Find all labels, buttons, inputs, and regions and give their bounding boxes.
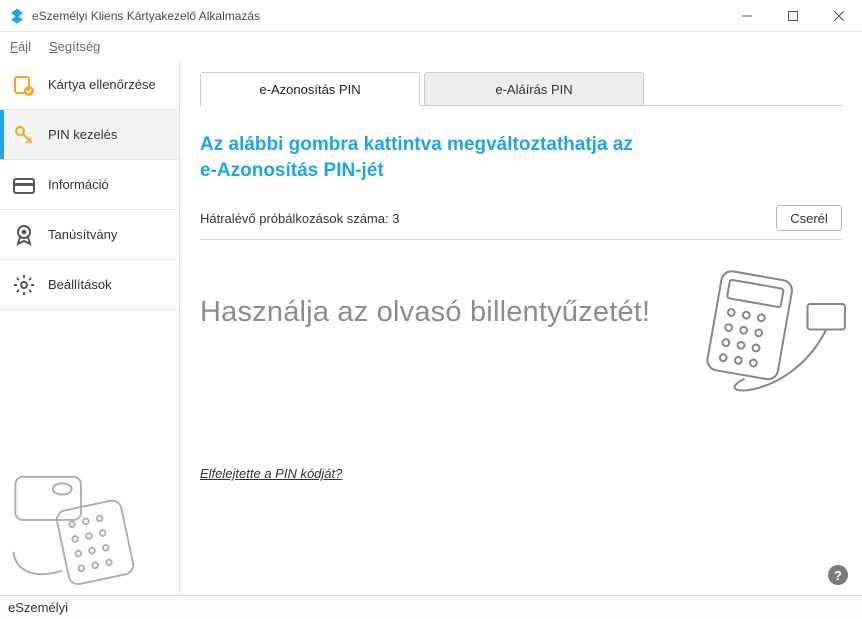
- menu-help[interactable]: Segítség: [49, 39, 100, 54]
- sidebar-item-label: Beállítások: [48, 277, 112, 292]
- sidebar-item-label: Információ: [48, 177, 109, 192]
- divider: [200, 239, 842, 240]
- key-icon: [12, 123, 36, 147]
- card-reader-illustration: [680, 270, 850, 406]
- page-heading: Az alábbi gombra kattintva megváltoztath…: [200, 132, 842, 183]
- tab-ealairas-pin[interactable]: e-Aláírás PIN: [424, 72, 644, 106]
- statusbar-text: eSzemélyi: [8, 600, 68, 615]
- sidebar-item-information[interactable]: Információ: [0, 160, 179, 210]
- titlebar: eSzemélyi Kliens Kártyakezelő Alkalmazás: [0, 0, 862, 32]
- main-content: e-Azonosítás PIN e-Aláírás PIN Az alábbi…: [180, 60, 862, 595]
- close-button[interactable]: [816, 0, 862, 32]
- menu-file[interactable]: Fájl: [10, 39, 31, 54]
- sidebar-item-label: Tanúsítvány: [48, 227, 117, 242]
- remaining-attempts: Hátralévő próbálkozások száma: 3: [200, 211, 399, 226]
- tab-eazon-pin[interactable]: e-Azonosítás PIN: [200, 72, 420, 106]
- help-icon[interactable]: ?: [828, 565, 848, 585]
- forgot-pin-row: Elfelejtette a PIN kódját?: [200, 465, 842, 483]
- sidebar-item-label: PIN kezelés: [48, 127, 117, 142]
- gear-icon: [12, 273, 36, 297]
- card-check-icon: [12, 73, 36, 97]
- ribbon-icon: [12, 223, 36, 247]
- sidebar-item-label: Kártya ellenőrzése: [48, 77, 156, 92]
- sidebar-item-pin-management[interactable]: PIN kezelés: [0, 110, 179, 160]
- sidebar-item-settings[interactable]: Beállítások: [0, 260, 179, 310]
- sidebar-illustration: [6, 458, 156, 589]
- statusbar: eSzemélyi: [0, 595, 862, 619]
- tab-bar: e-Azonosítás PIN e-Aláírás PIN: [200, 72, 842, 106]
- card-icon: [12, 173, 36, 197]
- minimize-button[interactable]: [724, 0, 770, 32]
- forgot-pin-link[interactable]: Elfelejtette a PIN kódját?: [200, 466, 342, 481]
- app-icon: [8, 7, 26, 25]
- menubar: Fájl Segítség: [0, 32, 862, 60]
- maximize-button[interactable]: [770, 0, 816, 32]
- sidebar-item-certificate[interactable]: Tanúsítvány: [0, 210, 179, 260]
- window-title: eSzemélyi Kliens Kártyakezelő Alkalmazás: [32, 9, 724, 23]
- change-button[interactable]: Cserél: [776, 205, 842, 231]
- sidebar: Kártya ellenőrzése PIN kezelés Informáci…: [0, 60, 180, 595]
- sidebar-item-card-check[interactable]: Kártya ellenőrzése: [0, 60, 179, 110]
